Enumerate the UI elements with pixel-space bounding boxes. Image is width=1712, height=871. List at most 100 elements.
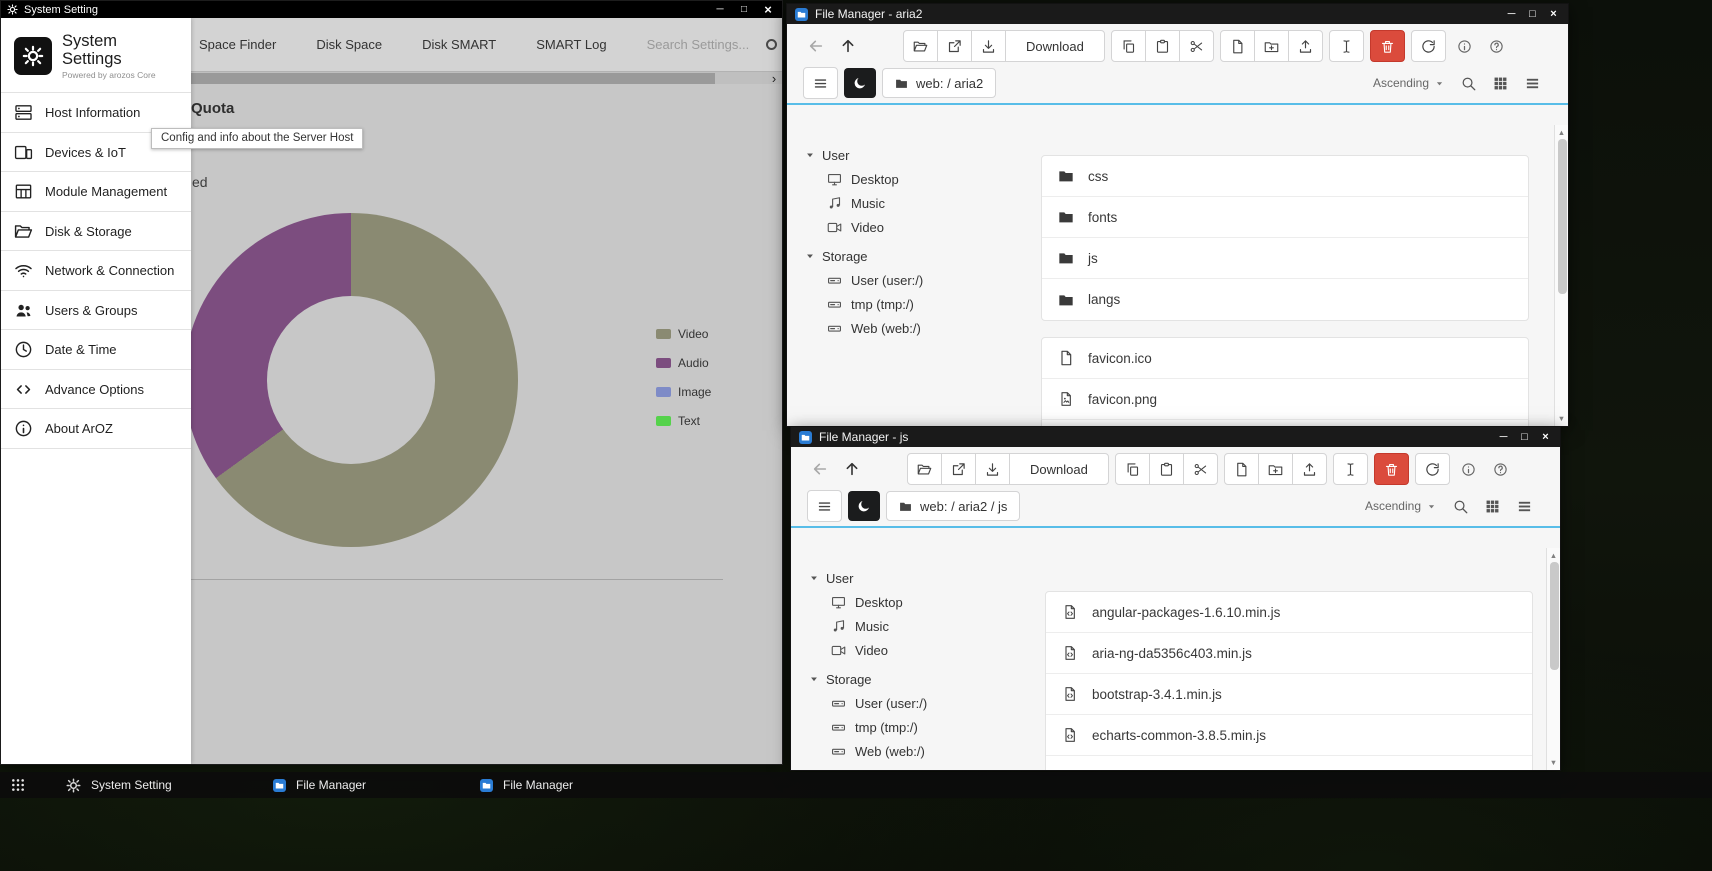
download-icon-button[interactable] xyxy=(971,30,1006,62)
refresh-button[interactable] xyxy=(1411,30,1446,62)
file-row[interactable]: bootstrap-3.4.1.min.js xyxy=(1046,674,1532,715)
download-icon-button[interactable] xyxy=(975,453,1010,485)
open-external-button[interactable] xyxy=(937,30,972,62)
sort-dropdown[interactable]: Ascending xyxy=(1373,76,1444,90)
horizontal-scrollbar[interactable]: › xyxy=(191,71,782,84)
scrollbar-thumb[interactable] xyxy=(1550,562,1559,670)
tab-space-finder[interactable]: Space Finder xyxy=(199,37,276,52)
menu-button[interactable] xyxy=(807,490,842,522)
scrollbar-thumb[interactable] xyxy=(191,73,715,84)
list-view-icon[interactable] xyxy=(1525,76,1540,91)
open-folder-button[interactable] xyxy=(907,453,942,485)
tree-item-tmp-drive[interactable]: tmp (tmp:/) xyxy=(809,715,1031,739)
scroll-down-arrow[interactable]: ▼ xyxy=(1555,414,1568,423)
tree-item-video[interactable]: Video xyxy=(805,215,1027,239)
upload-button[interactable] xyxy=(1292,453,1327,485)
info-button[interactable] xyxy=(1452,33,1478,59)
tree-item-music[interactable]: Music xyxy=(805,191,1027,215)
help-button[interactable] xyxy=(1488,456,1514,482)
tree-item-video[interactable]: Video xyxy=(809,638,1031,662)
scrollbar-thumb[interactable] xyxy=(1558,139,1567,294)
upload-button[interactable] xyxy=(1288,30,1323,62)
scroll-up-arrow[interactable]: ▲ xyxy=(1555,128,1568,137)
tree-section-storage[interactable]: Storage xyxy=(805,244,1027,268)
up-button[interactable] xyxy=(839,456,865,482)
tree-item-web-drive[interactable]: Web (web:/) xyxy=(809,739,1031,763)
legend-item[interactable]: Audio xyxy=(656,357,711,369)
tree-item-web-drive[interactable]: Web (web:/) xyxy=(805,316,1027,340)
minimize-button[interactable]: ─ xyxy=(1501,4,1522,24)
close-button[interactable]: × xyxy=(1535,427,1556,447)
legend-item[interactable]: Image xyxy=(656,386,711,398)
folder-row[interactable]: fonts xyxy=(1042,197,1528,238)
file-row[interactable]: echarts-common-3.8.5.min.js xyxy=(1046,715,1532,756)
copy-button[interactable] xyxy=(1111,30,1146,62)
legend-item[interactable]: Video xyxy=(656,328,711,340)
sidebar-item-advance-options[interactable]: Advance Options xyxy=(1,370,191,410)
up-button[interactable] xyxy=(835,33,861,59)
list-view-icon[interactable] xyxy=(1517,499,1532,514)
back-button[interactable] xyxy=(803,33,829,59)
new-folder-button[interactable] xyxy=(1254,30,1289,62)
sidebar-item-module-management[interactable]: Module Management xyxy=(1,172,191,212)
tree-item-music[interactable]: Music xyxy=(809,614,1031,638)
search-icon[interactable] xyxy=(1453,499,1468,514)
open-folder-button[interactable] xyxy=(903,30,938,62)
dark-mode-toggle[interactable] xyxy=(848,491,880,521)
copy-button[interactable] xyxy=(1115,453,1150,485)
maximize-button[interactable]: □ xyxy=(732,1,756,18)
scroll-up-arrow[interactable]: ▲ xyxy=(1547,551,1560,560)
file-row[interactable]: aria-ng-da5356c403.min.js xyxy=(1046,633,1532,674)
tab-disk-smart[interactable]: Disk SMART xyxy=(422,37,496,52)
vertical-scrollbar[interactable]: ▲ ▼ xyxy=(1554,125,1568,426)
tree-section-storage[interactable]: Storage xyxy=(809,667,1031,691)
titlebar[interactable]: System Setting ─ □ × xyxy=(1,1,782,18)
minimize-button[interactable]: ─ xyxy=(708,1,732,18)
breadcrumb[interactable]: web: / aria2 / js xyxy=(886,491,1020,521)
new-file-button[interactable] xyxy=(1220,30,1255,62)
sidebar-item-host-information[interactable]: Host Information xyxy=(1,93,191,133)
delete-button[interactable] xyxy=(1370,30,1405,62)
close-button[interactable]: × xyxy=(756,1,780,18)
refresh-button[interactable] xyxy=(1415,453,1450,485)
help-button[interactable] xyxy=(1484,33,1510,59)
tree-item-desktop[interactable]: Desktop xyxy=(809,590,1031,614)
titlebar[interactable]: File Manager - js ─ □ × xyxy=(791,427,1560,447)
file-row[interactable]: angular-packages-1.6.10.min.js xyxy=(1046,592,1532,633)
file-row[interactable]: jquery-3.3.1.min.js xyxy=(1046,756,1532,770)
folder-row[interactable]: js xyxy=(1042,238,1528,279)
taskbar-item-file-manager-1[interactable]: File Manager xyxy=(259,772,452,798)
titlebar[interactable]: File Manager - aria2 ─ □ × xyxy=(787,4,1568,24)
cut-button[interactable] xyxy=(1179,30,1214,62)
download-button[interactable]: Download xyxy=(1009,453,1109,485)
tree-item-desktop[interactable]: Desktop xyxy=(805,167,1027,191)
tree-item-tmp-drive[interactable]: tmp (tmp:/) xyxy=(805,292,1027,316)
download-button[interactable]: Download xyxy=(1005,30,1105,62)
back-button[interactable] xyxy=(807,456,833,482)
paste-button[interactable] xyxy=(1145,30,1180,62)
search-icon[interactable] xyxy=(1461,76,1476,91)
file-row[interactable]: favicon.png xyxy=(1042,379,1528,420)
tree-section-user[interactable]: User xyxy=(805,143,1027,167)
grid-view-icon[interactable] xyxy=(1485,499,1500,514)
file-row[interactable]: favicon.ico xyxy=(1042,338,1528,379)
breadcrumb[interactable]: web: / aria2 xyxy=(882,68,996,98)
dark-mode-toggle[interactable] xyxy=(844,68,876,98)
taskbar-item-file-manager-2[interactable]: File Manager xyxy=(466,772,659,798)
sidebar-item-network-connection[interactable]: Network & Connection xyxy=(1,251,191,291)
maximize-button[interactable]: □ xyxy=(1522,4,1543,24)
tab-disk-space[interactable]: Disk Space xyxy=(316,37,382,52)
open-external-button[interactable] xyxy=(941,453,976,485)
menu-button[interactable] xyxy=(803,67,838,99)
rename-button[interactable] xyxy=(1329,30,1364,62)
search-settings-input[interactable] xyxy=(647,37,759,52)
folder-row[interactable]: css xyxy=(1042,156,1528,197)
minimize-button[interactable]: ─ xyxy=(1493,427,1514,447)
taskbar-item-system-setting[interactable]: System Setting xyxy=(52,772,245,798)
cut-button[interactable] xyxy=(1183,453,1218,485)
sidebar-item-date-time[interactable]: Date & Time xyxy=(1,330,191,370)
delete-button[interactable] xyxy=(1374,453,1409,485)
tree-item-user-drive[interactable]: User (user:/) xyxy=(809,691,1031,715)
rename-button[interactable] xyxy=(1333,453,1368,485)
sidebar-item-disk-storage[interactable]: Disk & Storage xyxy=(1,212,191,252)
